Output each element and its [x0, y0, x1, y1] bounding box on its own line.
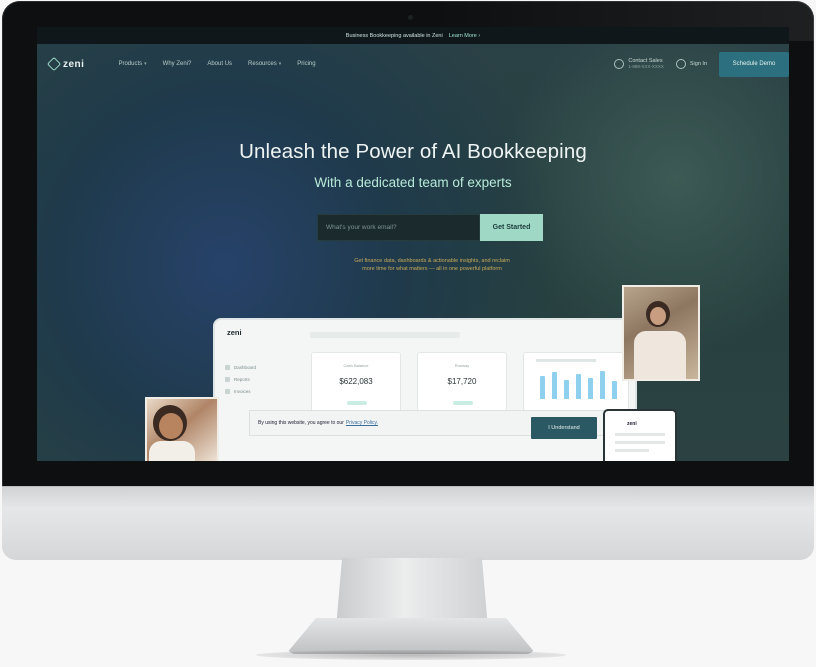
monitor-stand — [336, 558, 488, 628]
mini-chart-bar — [564, 380, 569, 399]
man-smiling-photo — [145, 397, 219, 461]
sign-in-link[interactable]: Sign In — [675, 59, 707, 69]
user-icon — [675, 59, 686, 69]
sidebar-item-invoices: Invoices — [225, 388, 275, 394]
email-input[interactable]: What's your work email? — [317, 214, 480, 241]
sidebar-item-reports: Reports — [225, 376, 275, 382]
zeni-logo[interactable]: zeni — [46, 56, 85, 72]
cookie-accept-button[interactable]: I Understand — [531, 417, 597, 439]
mini-chart-bar — [552, 372, 557, 399]
nav-why-zeni[interactable]: Why Zeni? — [163, 61, 192, 67]
cookie-text: By using this website, you agree to our — [258, 420, 344, 426]
nav-resources[interactable]: Resources ▾ — [248, 61, 281, 67]
woman-at-laptop-photo — [622, 285, 700, 381]
hero-fineprint: Get finance data, dashboards & actionabl… — [354, 258, 510, 272]
mobile-preview: zeni — [603, 409, 677, 461]
dashboard-search-bar — [310, 332, 460, 338]
schedule-demo-button[interactable]: Schedule Demo — [719, 51, 789, 77]
nav-pricing[interactable]: Pricing — [297, 61, 315, 67]
announcement-text: Business Bookkeeping available in Zeni — [345, 32, 443, 39]
announcement-link[interactable]: Learn More › — [449, 33, 481, 39]
logo-icon — [46, 56, 62, 72]
hero-subtitle: With a dedicated team of experts — [314, 175, 512, 190]
sign-in-label: Sign In — [689, 61, 707, 67]
contact-phone: 1-888-XXX-XXXX — [628, 64, 664, 69]
mini-chart-bar — [540, 376, 545, 399]
webcam — [408, 15, 413, 20]
monitor-foot — [286, 618, 536, 654]
monitor-chin — [2, 486, 814, 560]
logo-text: zeni — [63, 58, 85, 70]
website-screen: Business Bookkeeping available in Zeni L… — [37, 27, 789, 461]
monitor-shadow — [256, 650, 566, 660]
chevron-down-icon: ▾ — [144, 61, 147, 67]
chevron-down-icon: ▾ — [278, 61, 282, 67]
signup-form: What's your work email? Get Started — [317, 214, 543, 241]
mini-bar-chart — [523, 352, 629, 412]
metric-label: Runway — [454, 363, 470, 368]
announcement-bar: Business Bookkeeping available in Zeni L… — [37, 27, 789, 44]
mini-chart-bar — [576, 374, 581, 399]
mini-chart-bar — [600, 371, 605, 399]
mini-chart-bar — [612, 381, 617, 399]
contact-sales[interactable]: Contact Sales 1-888-XXX-XXXX — [614, 58, 664, 70]
privacy-policy-link[interactable]: Privacy Policy. — [346, 420, 378, 426]
metric-card-runway: Runway $17,720 — [417, 352, 507, 412]
nav-about-us[interactable]: About Us — [207, 61, 232, 67]
metric-value: $622,083 — [339, 377, 373, 386]
dashboard-preview: zeni Dashboard Reports Invoices Cash Bal… — [215, 320, 635, 461]
top-nav: zeni Products ▾ Why Zeni? About Us Resour… — [37, 44, 789, 84]
metric-card-cash: Cash Balance $622,083 — [311, 352, 401, 412]
metric-label: Cash Balance — [343, 363, 369, 368]
sidebar-item-dashboard: Dashboard — [225, 364, 275, 370]
hero-title: Unleash the Power of AI Bookkeeping — [239, 140, 587, 163]
metric-value: $17,720 — [447, 377, 477, 386]
nav-products[interactable]: Products ▾ — [118, 61, 146, 67]
dashboard-logo: zeni — [227, 328, 242, 337]
monitor-scene: Business Bookkeeping available in Zeni L… — [0, 0, 816, 667]
get-started-button[interactable]: Get Started — [480, 214, 543, 241]
mobile-logo: zeni — [627, 421, 637, 427]
mini-chart-bar — [588, 378, 593, 399]
phone-icon — [614, 59, 625, 69]
